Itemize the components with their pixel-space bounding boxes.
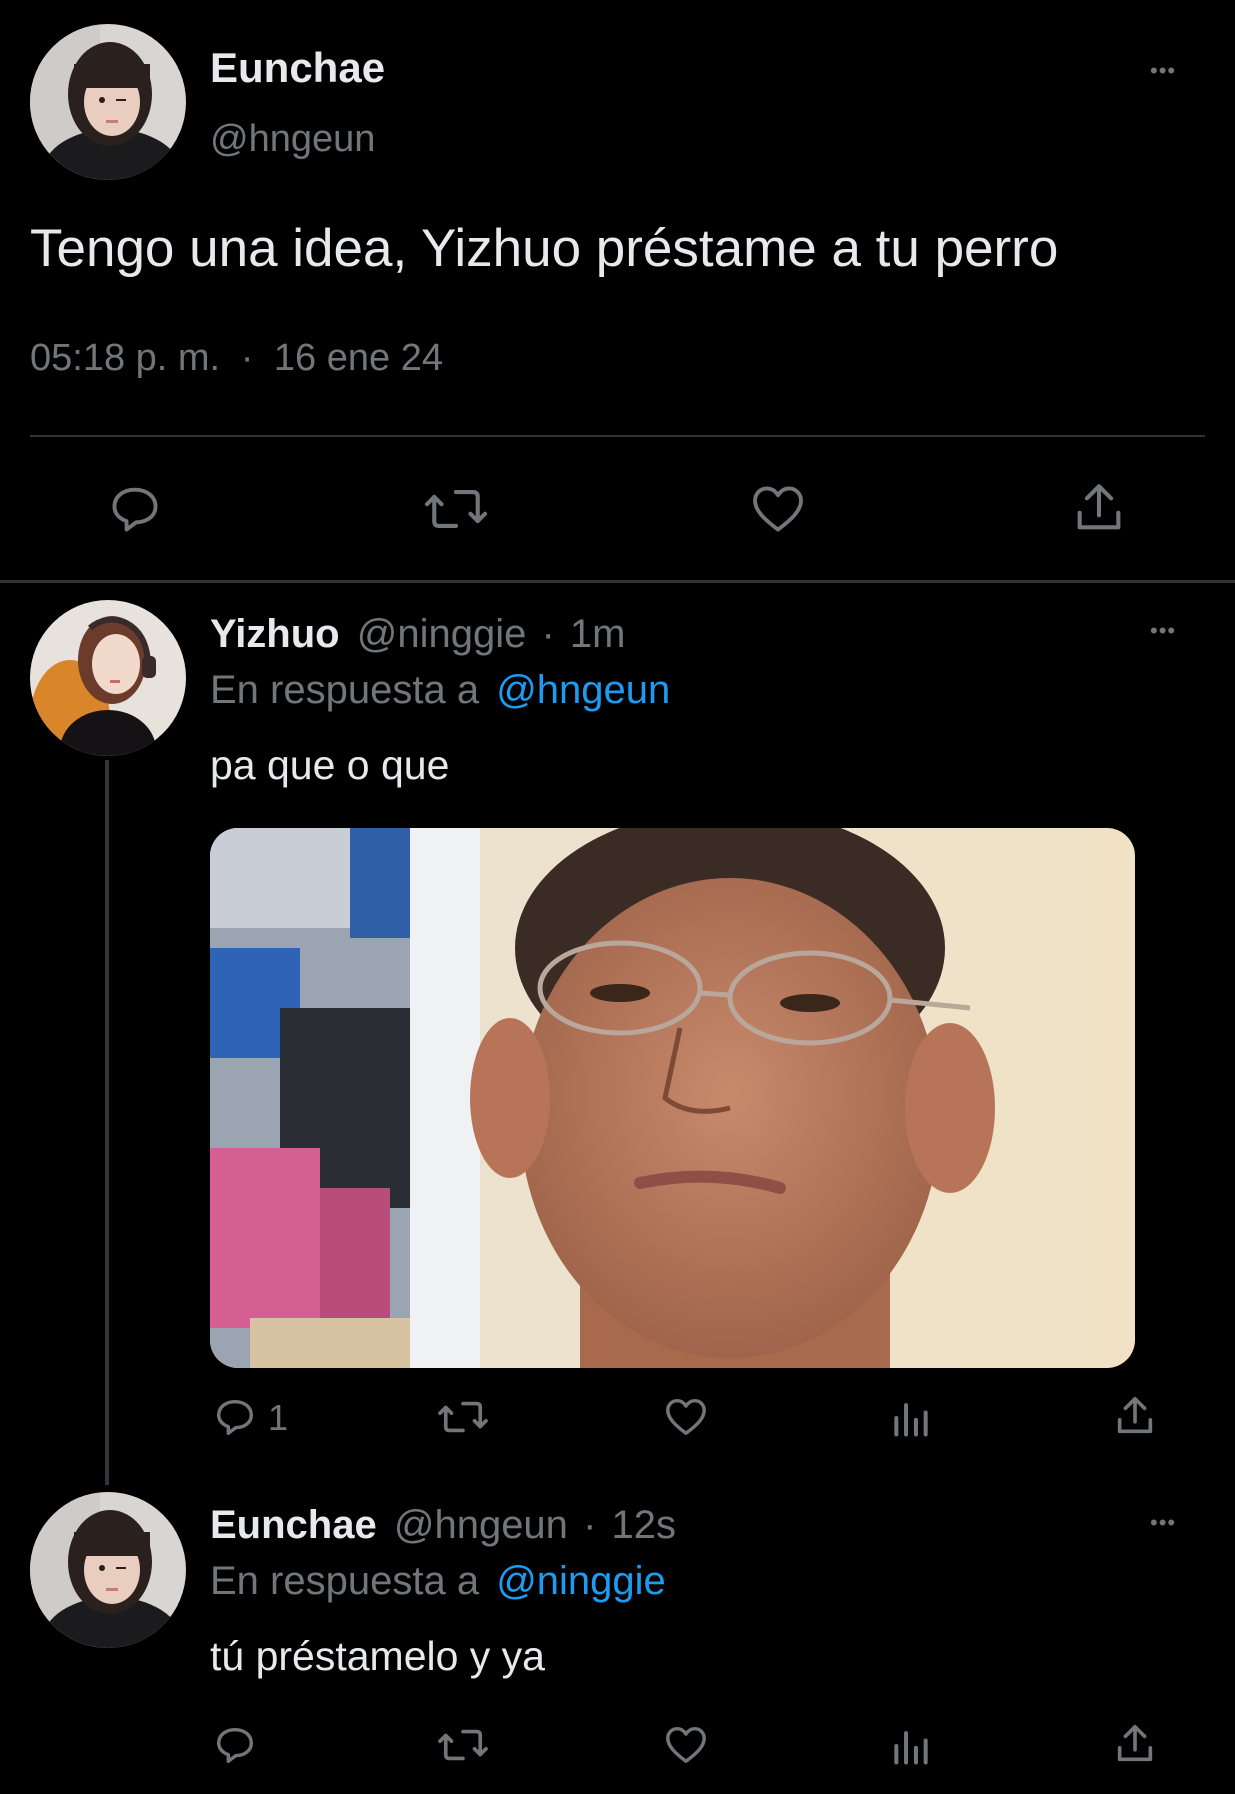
author-name[interactable]: Eunchae [210, 1503, 377, 1547]
reply-icon[interactable] [212, 1722, 258, 1768]
author-handle[interactable]: @hngeun [210, 118, 375, 161]
more-options-button[interactable]: ••• [1150, 1512, 1176, 1534]
header-separator: · [583, 1503, 597, 1547]
header-separator: · [541, 612, 555, 656]
section-divider [0, 580, 1235, 583]
reply-icon[interactable] [106, 480, 164, 538]
heart-icon[interactable] [662, 1394, 710, 1440]
tweet-text: Tengo una idea, Yizhuo préstame a tu per… [30, 219, 1059, 278]
mention-link[interactable]: @ninggie [496, 1559, 666, 1603]
tweet-timestamp: 05:18 p. m. · 16 ene 24 [30, 337, 443, 380]
divider [30, 435, 1205, 437]
avatar-eunchae[interactable] [30, 24, 186, 180]
reply2-header: Eunchae @hngeun · 12s [210, 1503, 676, 1548]
share-icon[interactable] [1112, 1392, 1158, 1440]
reply1-header: Yizhuo @ninggie · 1m [210, 612, 626, 657]
thread-line [105, 760, 109, 1485]
reply-prefix: En respuesta a [210, 668, 480, 712]
timestamp-separator: · [240, 337, 254, 379]
relative-time[interactable]: 12s [612, 1503, 677, 1547]
share-icon[interactable] [1112, 1720, 1158, 1768]
tweet-text: tú préstamelo y ya [210, 1633, 545, 1679]
tweet-text: pa que o que [210, 742, 450, 788]
reply-context: En respuesta a @ninggie [210, 1559, 666, 1604]
avatar-eunchae[interactable] [30, 1492, 186, 1648]
reply-icon[interactable] [212, 1394, 258, 1440]
author-name[interactable]: Yizhuo [210, 612, 340, 656]
mention-link[interactable]: @hngeun [496, 668, 670, 712]
avatar-yizhuo[interactable] [30, 600, 186, 756]
heart-icon[interactable] [662, 1722, 710, 1768]
more-options-button[interactable]: ••• [1150, 60, 1176, 82]
tweet-time[interactable]: 05:18 p. m. [30, 337, 220, 379]
author-handle[interactable]: @ninggie [357, 612, 527, 656]
reply-context: En respuesta a @hngeun [210, 668, 670, 713]
author-handle[interactable]: @hngeun [394, 1503, 568, 1547]
attached-image[interactable] [210, 828, 1135, 1368]
retweet-icon[interactable] [436, 1394, 490, 1440]
views-icon[interactable] [888, 1396, 934, 1440]
share-icon[interactable] [1070, 478, 1128, 538]
views-icon[interactable] [888, 1724, 934, 1768]
tweet-date[interactable]: 16 ene 24 [274, 337, 443, 379]
retweet-icon[interactable] [422, 480, 490, 538]
relative-time[interactable]: 1m [570, 612, 626, 656]
more-options-button[interactable]: ••• [1150, 620, 1176, 642]
heart-icon[interactable] [748, 480, 808, 538]
reply-prefix: En respuesta a [210, 1559, 480, 1603]
reply-count: 1 [268, 1397, 289, 1438]
author-name[interactable]: Eunchae [210, 44, 385, 92]
retweet-icon[interactable] [436, 1722, 490, 1768]
